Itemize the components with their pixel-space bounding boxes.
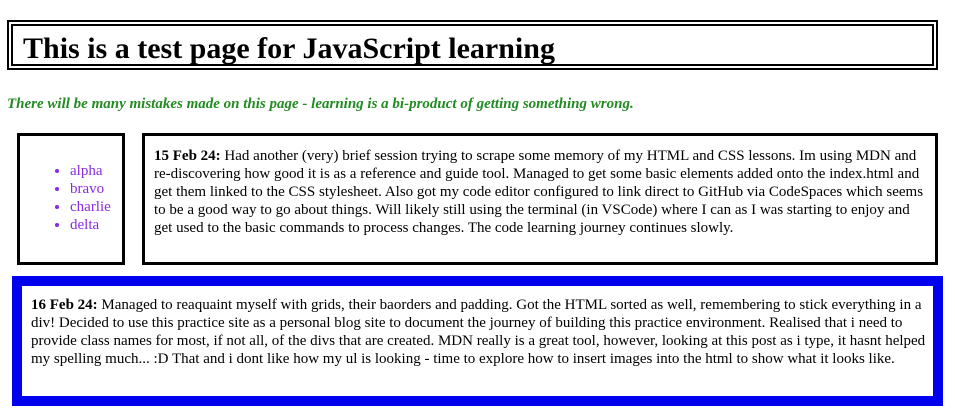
list-item-delta: delta bbox=[70, 216, 111, 234]
page-title: This is a test page for JavaScript learn… bbox=[23, 32, 555, 65]
page: This is a test page for JavaScript learn… bbox=[0, 0, 955, 420]
page-subtitle: There will be many mistakes made on this… bbox=[7, 96, 634, 112]
blog-post-text: 15 Feb 24: Had another (very) brief sess… bbox=[154, 147, 930, 237]
blog-post-text: 16 Feb 24: Managed to reaquaint myself w… bbox=[31, 296, 926, 368]
list-item-alpha: alpha bbox=[70, 162, 111, 180]
post-body: Managed to reaquaint myself with grids, … bbox=[31, 297, 926, 367]
blog-post-16-feb: 16 Feb 24: Managed to reaquaint myself w… bbox=[12, 276, 943, 406]
header-box: This is a test page for JavaScript learn… bbox=[7, 20, 938, 70]
sidebar-list-box: alpha bravo charlie delta bbox=[17, 133, 125, 265]
post-date: 16 Feb 24: bbox=[31, 297, 98, 313]
sidebar-list: alpha bravo charlie delta bbox=[30, 162, 111, 234]
list-item-charlie: charlie bbox=[70, 198, 111, 216]
post-date: 15 Feb 24: bbox=[154, 148, 221, 164]
blog-post-15-feb: 15 Feb 24: Had another (very) brief sess… bbox=[142, 133, 938, 265]
post-body: Had another (very) brief session trying … bbox=[154, 148, 924, 236]
list-item-bravo: bravo bbox=[70, 180, 111, 198]
